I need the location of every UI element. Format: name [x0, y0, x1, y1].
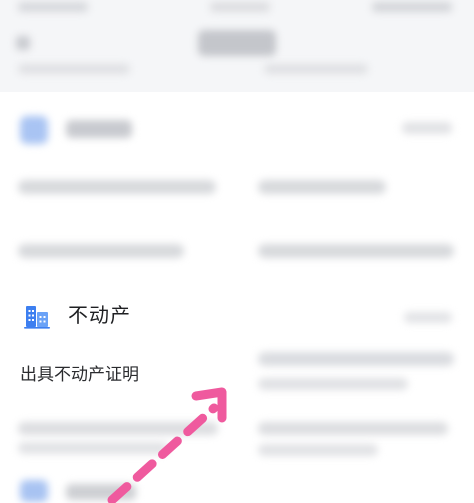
- blurred-category-icon: [20, 116, 48, 144]
- sub-header-left-blur: [18, 64, 130, 74]
- sub-header-row: [0, 60, 474, 82]
- blurred-next-category-title: [66, 484, 136, 500]
- section-card-real-estate: 不动产 出具不动产证明: [0, 282, 474, 503]
- status-carrier-blur: [210, 2, 270, 12]
- section-card-blurred: [0, 92, 474, 282]
- blurred-service-item[interactable]: [18, 244, 184, 258]
- blurred-service-item[interactable]: [258, 352, 454, 366]
- blurred-service-item[interactable]: [258, 244, 454, 258]
- blurred-more-link[interactable]: [402, 122, 452, 134]
- blurred-service-item[interactable]: [18, 422, 218, 435]
- sub-header-right-blur: [264, 64, 368, 74]
- building-icon: [24, 306, 50, 329]
- blurred-service-item[interactable]: [258, 422, 448, 435]
- blurred-section-header: [0, 92, 474, 162]
- blurred-more-link[interactable]: [404, 312, 452, 323]
- app-screen: 不动产 出具不动产证明: [0, 0, 474, 503]
- blurred-service-item-sub: [258, 444, 378, 456]
- category-header: 不动产: [0, 290, 474, 340]
- blurred-service-item-sub: [18, 442, 168, 454]
- blurred-service-item[interactable]: [18, 180, 216, 194]
- blurred-service-item[interactable]: [258, 180, 386, 194]
- back-icon[interactable]: [16, 36, 30, 50]
- blurred-category-title: [66, 120, 132, 138]
- blurred-next-category-icon: [20, 480, 48, 502]
- status-time-blur: [18, 2, 88, 12]
- status-icons-blur: [372, 2, 452, 12]
- service-item-real-estate-certificate[interactable]: 出具不动产证明: [20, 362, 139, 388]
- blurred-service-item-sub: [258, 378, 408, 390]
- category-title: 不动产: [68, 303, 131, 327]
- status-bar: [0, 0, 474, 18]
- nav-title-blur: [198, 30, 276, 56]
